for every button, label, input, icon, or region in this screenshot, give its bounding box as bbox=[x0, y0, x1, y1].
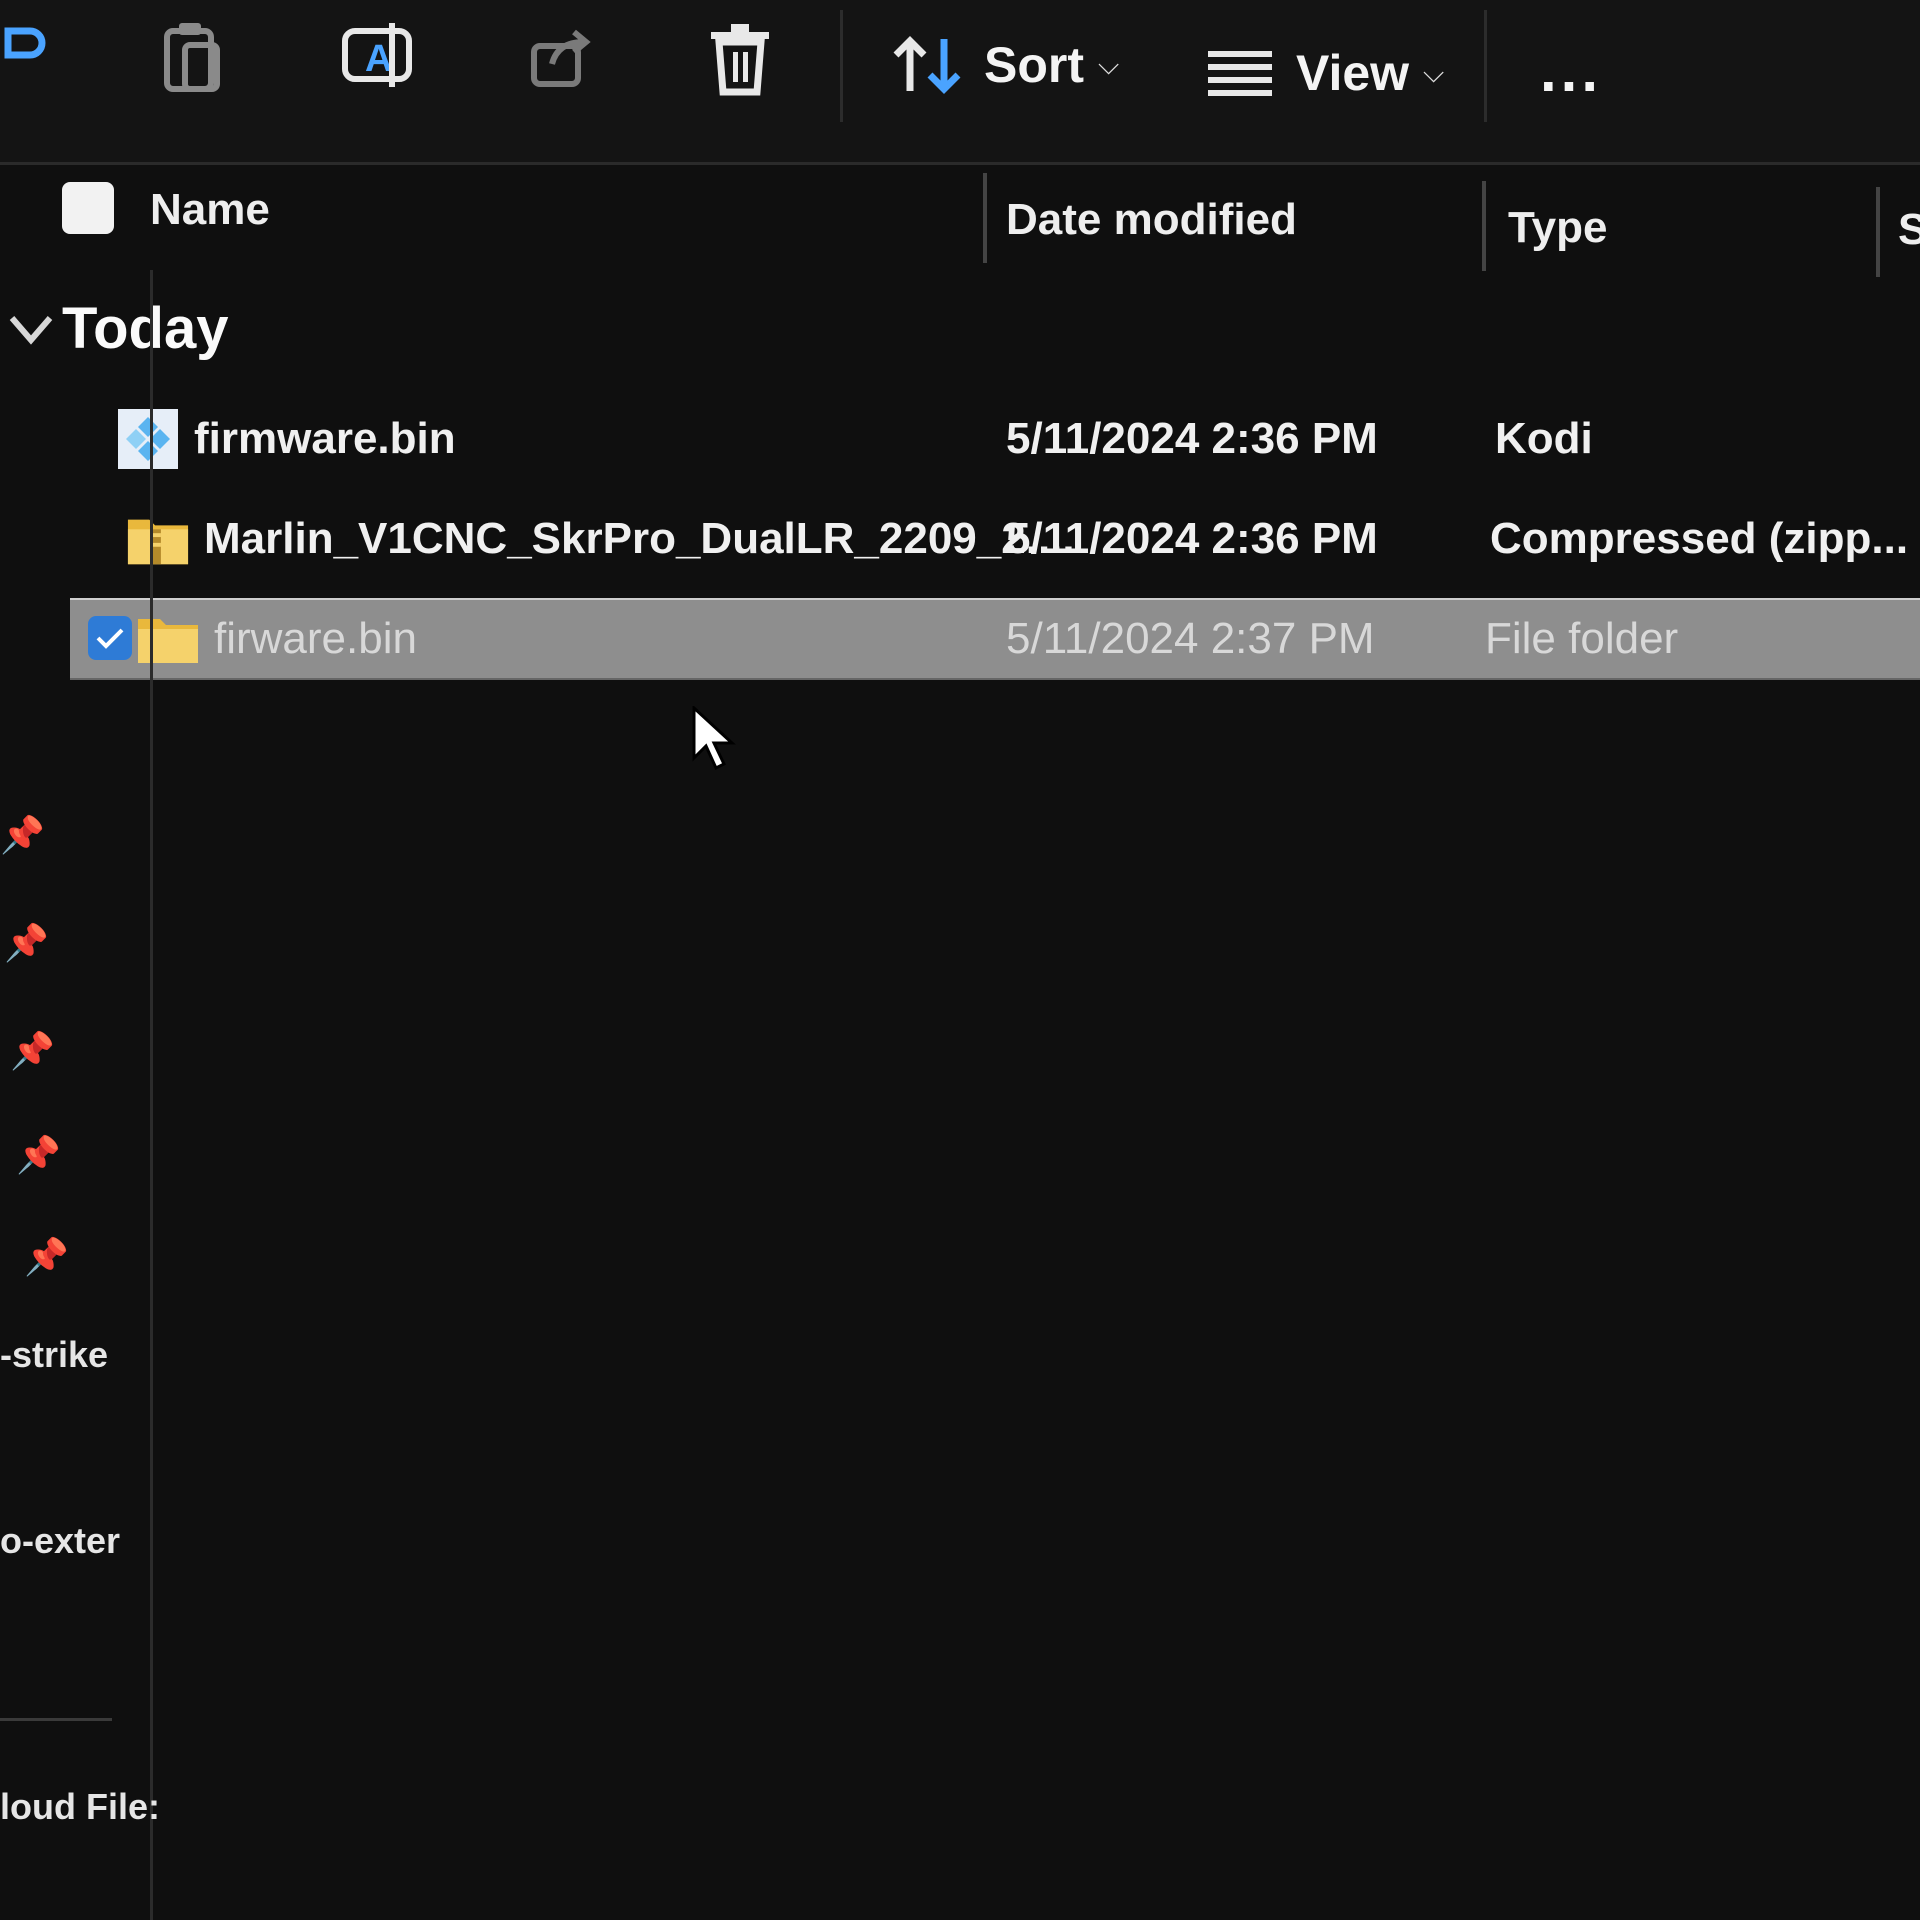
view-label: View bbox=[1296, 45, 1410, 101]
mouse-cursor-icon bbox=[692, 704, 738, 777]
column-divider[interactable] bbox=[1876, 187, 1880, 277]
column-header-date-modified[interactable]: Date modified bbox=[1006, 195, 1297, 245]
file-name: firmware.bin bbox=[194, 414, 456, 463]
chevron-down-icon: ⌵ bbox=[1098, 48, 1120, 80]
pin-icon[interactable]: 📌 bbox=[16, 1134, 61, 1176]
name-cell: Marlin_V1CNC_SkrPro_DualLR_2209_2.... bbox=[126, 500, 1075, 578]
type-cell: Kodi bbox=[1495, 414, 1593, 463]
column-header-type[interactable]: Type bbox=[1508, 203, 1607, 253]
sidebar-divider bbox=[0, 1718, 112, 1721]
column-headers: Name Date modified Type S bbox=[0, 165, 1920, 277]
type-cell: Compressed (zipp... bbox=[1490, 514, 1909, 563]
delete-icon[interactable] bbox=[704, 20, 776, 100]
sidebar-item[interactable]: loud File: bbox=[0, 1786, 160, 1828]
list-view-icon bbox=[1208, 49, 1272, 97]
toolbar-separator bbox=[840, 10, 843, 122]
file-row-selected[interactable]: firware.bin 5/11/2024 2:37 PM File folde… bbox=[70, 598, 1920, 680]
file-name: Marlin_V1CNC_SkrPro_DualLR_2209_2.... bbox=[204, 514, 1075, 563]
column-header-name[interactable]: Name bbox=[150, 185, 270, 235]
date-cell: 5/11/2024 2:36 PM bbox=[1006, 514, 1378, 563]
more-options-button[interactable]: ... bbox=[1540, 37, 1602, 104]
chevron-down-icon: ⌵ bbox=[1423, 56, 1445, 88]
type-cell: File folder bbox=[1485, 614, 1679, 663]
cut-icon[interactable] bbox=[0, 18, 50, 88]
file-row[interactable]: firmware.bin 5/11/2024 2:36 PM Kodi bbox=[70, 400, 1920, 478]
sidebar-item[interactable]: -strike bbox=[0, 1334, 108, 1376]
name-cell: firmware.bin bbox=[116, 400, 456, 478]
command-bar: A Sort ⌵ View ⌵ ... bbox=[0, 0, 1920, 165]
pin-icon[interactable]: 📌 bbox=[4, 922, 49, 964]
sidebar-item[interactable]: o-exter bbox=[0, 1520, 120, 1562]
paste-icon[interactable] bbox=[158, 16, 230, 96]
column-divider[interactable] bbox=[983, 173, 987, 263]
column-header-size[interactable]: S bbox=[1898, 205, 1920, 255]
view-button[interactable]: View ⌵ bbox=[1208, 38, 1444, 108]
file-row[interactable]: Marlin_V1CNC_SkrPro_DualLR_2209_2.... 5/… bbox=[70, 500, 1920, 578]
toolbar-separator bbox=[1484, 10, 1487, 122]
share-icon[interactable] bbox=[526, 22, 596, 92]
sort-button[interactable]: Sort ⌵ bbox=[892, 30, 1119, 100]
pin-icon[interactable]: 📌 bbox=[10, 1030, 55, 1072]
rename-icon[interactable]: A bbox=[336, 14, 418, 96]
pin-icon[interactable]: 📌 bbox=[24, 1236, 69, 1278]
sort-icon bbox=[892, 35, 964, 95]
name-cell: firware.bin bbox=[136, 600, 417, 678]
select-all-checkbox[interactable] bbox=[62, 182, 114, 234]
date-cell: 5/11/2024 2:36 PM bbox=[1006, 414, 1378, 463]
file-name: firware.bin bbox=[214, 614, 417, 663]
sort-label: Sort bbox=[984, 37, 1084, 93]
navigation-pane-edge bbox=[0, 270, 153, 1920]
more-icon: ... bbox=[1540, 36, 1603, 104]
column-divider[interactable] bbox=[1482, 181, 1486, 271]
date-cell: 5/11/2024 2:37 PM bbox=[1006, 614, 1375, 663]
pin-icon[interactable]: 📌 bbox=[0, 814, 45, 856]
svg-text:A: A bbox=[365, 38, 392, 80]
